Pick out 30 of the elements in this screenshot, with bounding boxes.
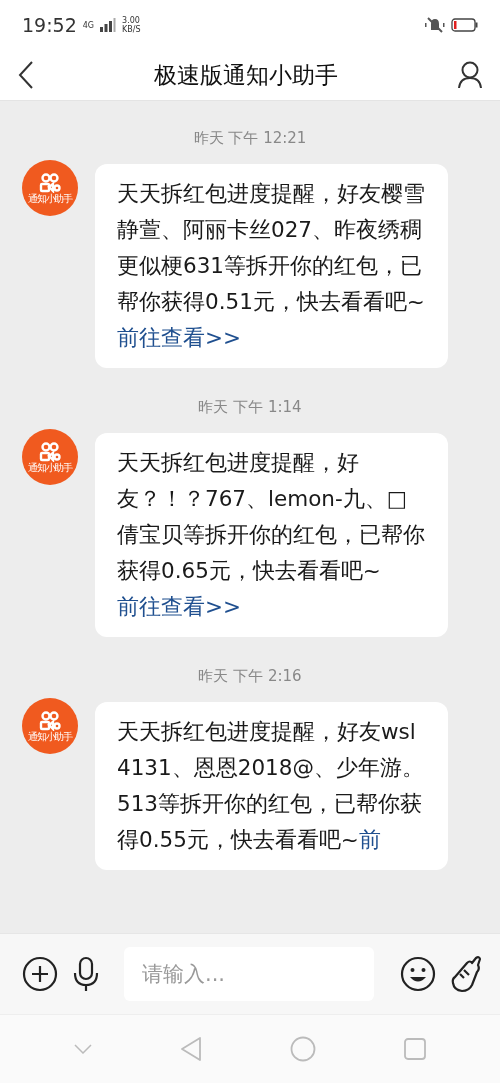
view-link[interactable]: 前往查看>>	[117, 325, 242, 350]
camera-icon	[39, 710, 61, 731]
emoji-icon[interactable]	[400, 956, 436, 992]
message-bubble: 天天拆红包进度提醒，好友wsl4131、恩恩2018@、少年游。513等拆开你的红包，已帮你获得0.55元，快去看看吧~前	[95, 702, 448, 870]
message-bubble: 天天拆红包进度提醒，好友樱雪静萱、阿丽卡丝027、昨夜绣稠更似梗631等拆开你的红包，已帮你获得0.51元，快去看看吧~ 前往查看>>	[95, 164, 448, 368]
speed-unit: KB/S	[122, 25, 141, 34]
back-icon[interactable]	[18, 61, 34, 89]
status-time: 19:52	[22, 14, 77, 36]
add-icon[interactable]	[22, 956, 58, 992]
network-type: 4G	[82, 20, 95, 30]
microphone-icon[interactable]	[72, 956, 100, 992]
message-timestamp: 昨天 下午 1:14	[198, 398, 302, 417]
battery-icon	[451, 18, 478, 32]
camera-icon	[39, 441, 61, 462]
view-link[interactable]: 前往查看>>	[117, 594, 242, 619]
mute-icon	[425, 16, 445, 34]
signal-icon	[100, 18, 117, 32]
hand-icon[interactable]	[450, 955, 482, 993]
chat-title: 极速版通知小助手	[153, 60, 339, 90]
view-link[interactable]: 前	[358, 827, 381, 852]
speed-value: 3.00	[122, 16, 141, 25]
message-timestamp: 昨天 下午 12:21	[193, 129, 307, 148]
message-timestamp: 昨天 下午 2:16	[198, 667, 302, 686]
message-bubble: 天天拆红包进度提醒，好友？！？767、lemon-九、□倩宝贝等拆开你的红包，已帮你获得0.65元，快去看看吧~ 前往查看>>	[95, 433, 448, 637]
profile-icon[interactable]	[458, 61, 482, 89]
avatar-label: 通知小助手	[28, 192, 72, 204]
camera-icon	[39, 172, 61, 193]
avatar-label: 通知小助手	[28, 461, 72, 473]
avatar-label: 通知小助手	[28, 730, 72, 742]
message-input[interactable]: 请输入...	[124, 947, 374, 1001]
